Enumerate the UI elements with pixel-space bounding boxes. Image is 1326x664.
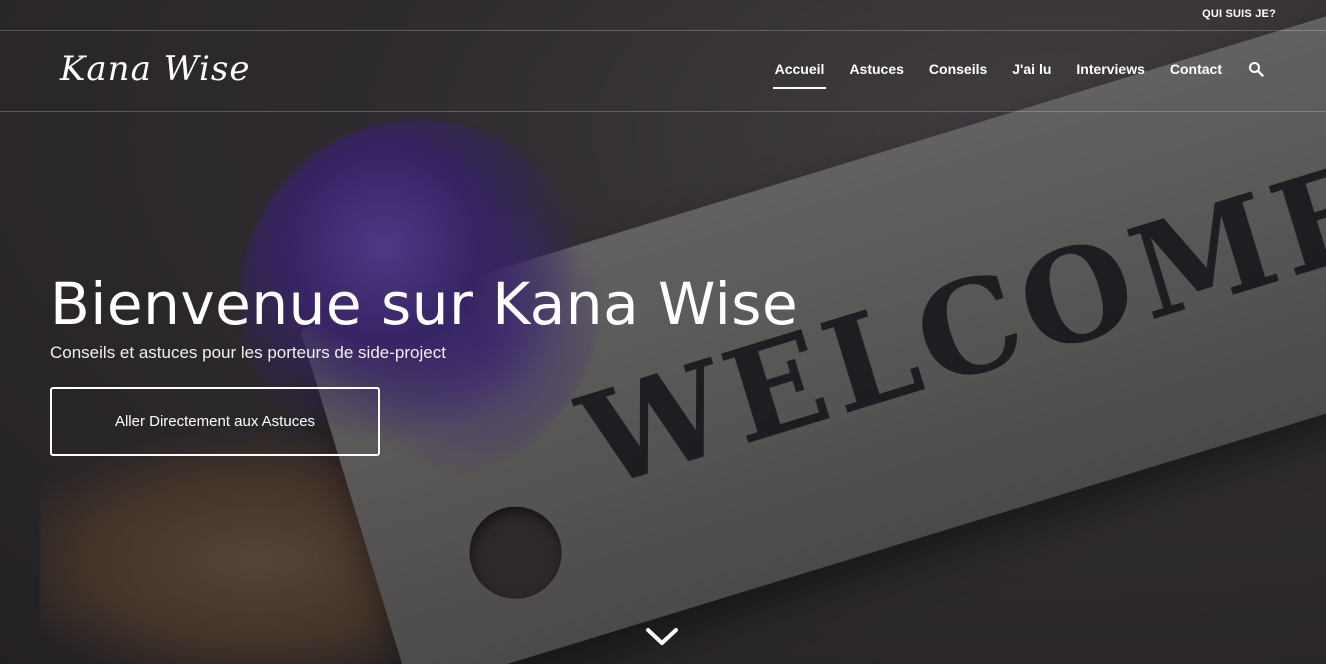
site-header: Kana Wise Accueil Astuces Conseils J'ai … [0,31,1326,112]
nav-item-conseils[interactable]: Conseils [929,61,987,87]
nav-item-jai-lu[interactable]: J'ai lu [1012,61,1051,87]
hero-title: Bienvenue sur Kana Wise [50,270,799,338]
site-logo[interactable]: Kana Wise [60,49,250,89]
nav-item-accueil[interactable]: Accueil [772,61,827,89]
about-link[interactable]: QUI SUIS JE? [1202,8,1276,20]
nav-item-interviews[interactable]: Interviews [1076,61,1144,87]
nav-item-contact[interactable]: Contact [1170,61,1222,87]
search-icon[interactable] [1248,61,1264,77]
hero-subtitle: Conseils et astuces pour les porteurs de… [50,343,446,362]
chevron-down-icon[interactable] [645,626,679,648]
nav-item-astuces[interactable]: Astuces [849,61,903,87]
go-to-tips-button[interactable]: Aller Directement aux Astuces [50,387,380,456]
top-bar: QUI SUIS JE? [0,0,1326,31]
main-nav: Accueil Astuces Conseils J'ai lu Intervi… [750,61,1264,89]
